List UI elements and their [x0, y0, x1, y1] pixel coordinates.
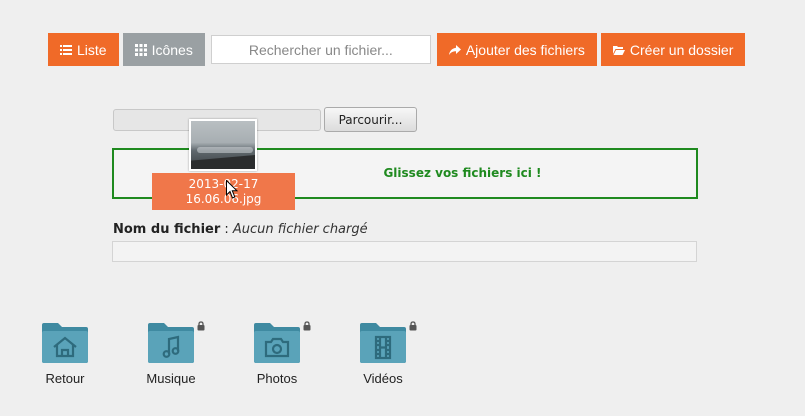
search-input[interactable]	[210, 35, 431, 64]
icon-view-button[interactable]: Icônes	[122, 33, 205, 66]
folder-photos[interactable]: Photos	[232, 320, 322, 386]
browse-button[interactable]: Parcourir...	[324, 107, 417, 132]
grid-icon	[134, 43, 147, 56]
lock-icon	[303, 321, 311, 331]
lock-icon	[409, 321, 417, 331]
create-folder-button[interactable]: Créer un dossier	[600, 33, 746, 66]
folder-label: Photos	[256, 371, 298, 386]
share-arrow-icon	[448, 44, 461, 55]
folder-label: Musique	[146, 371, 196, 386]
folder-open-icon	[612, 45, 625, 55]
add-files-button[interactable]: Ajouter des fichiers	[436, 33, 597, 66]
folder-label: Vidéos	[363, 371, 403, 386]
add-files-label: Ajouter des fichiers	[465, 41, 585, 58]
upload-progress-bar	[112, 241, 697, 262]
file-name-value: Aucun fichier chargé	[232, 222, 368, 237]
file-name-label: Nom du fichier	[113, 222, 221, 237]
folder-label: Retour	[45, 371, 85, 386]
file-name-row: Nom du fichier : Aucun fichier chargé	[113, 222, 368, 237]
folder-videos[interactable]: Vidéos	[338, 320, 428, 386]
folder-icon	[42, 323, 88, 363]
folder-icon	[148, 323, 194, 363]
dragged-file-name: 2013-02-17 16.06.06.jpg	[152, 173, 295, 210]
folder-musique[interactable]: Musique	[126, 320, 216, 386]
folder-icon	[254, 323, 300, 363]
list-icon	[60, 44, 72, 55]
list-view-label: Liste	[77, 41, 107, 58]
file-name-separator: :	[220, 222, 233, 237]
lock-icon	[197, 321, 205, 331]
dragged-file-thumbnail[interactable]	[189, 119, 257, 171]
folder-retour[interactable]: Retour	[20, 320, 110, 386]
toolbar: Liste Icônes Ajouter des fichiers Créer …	[48, 33, 746, 66]
create-folder-label: Créer un dossier	[629, 41, 734, 58]
mouse-pointer-icon	[226, 180, 238, 199]
folder-icon	[360, 323, 406, 363]
list-view-button[interactable]: Liste	[48, 33, 119, 66]
icon-view-label: Icônes	[151, 41, 193, 58]
